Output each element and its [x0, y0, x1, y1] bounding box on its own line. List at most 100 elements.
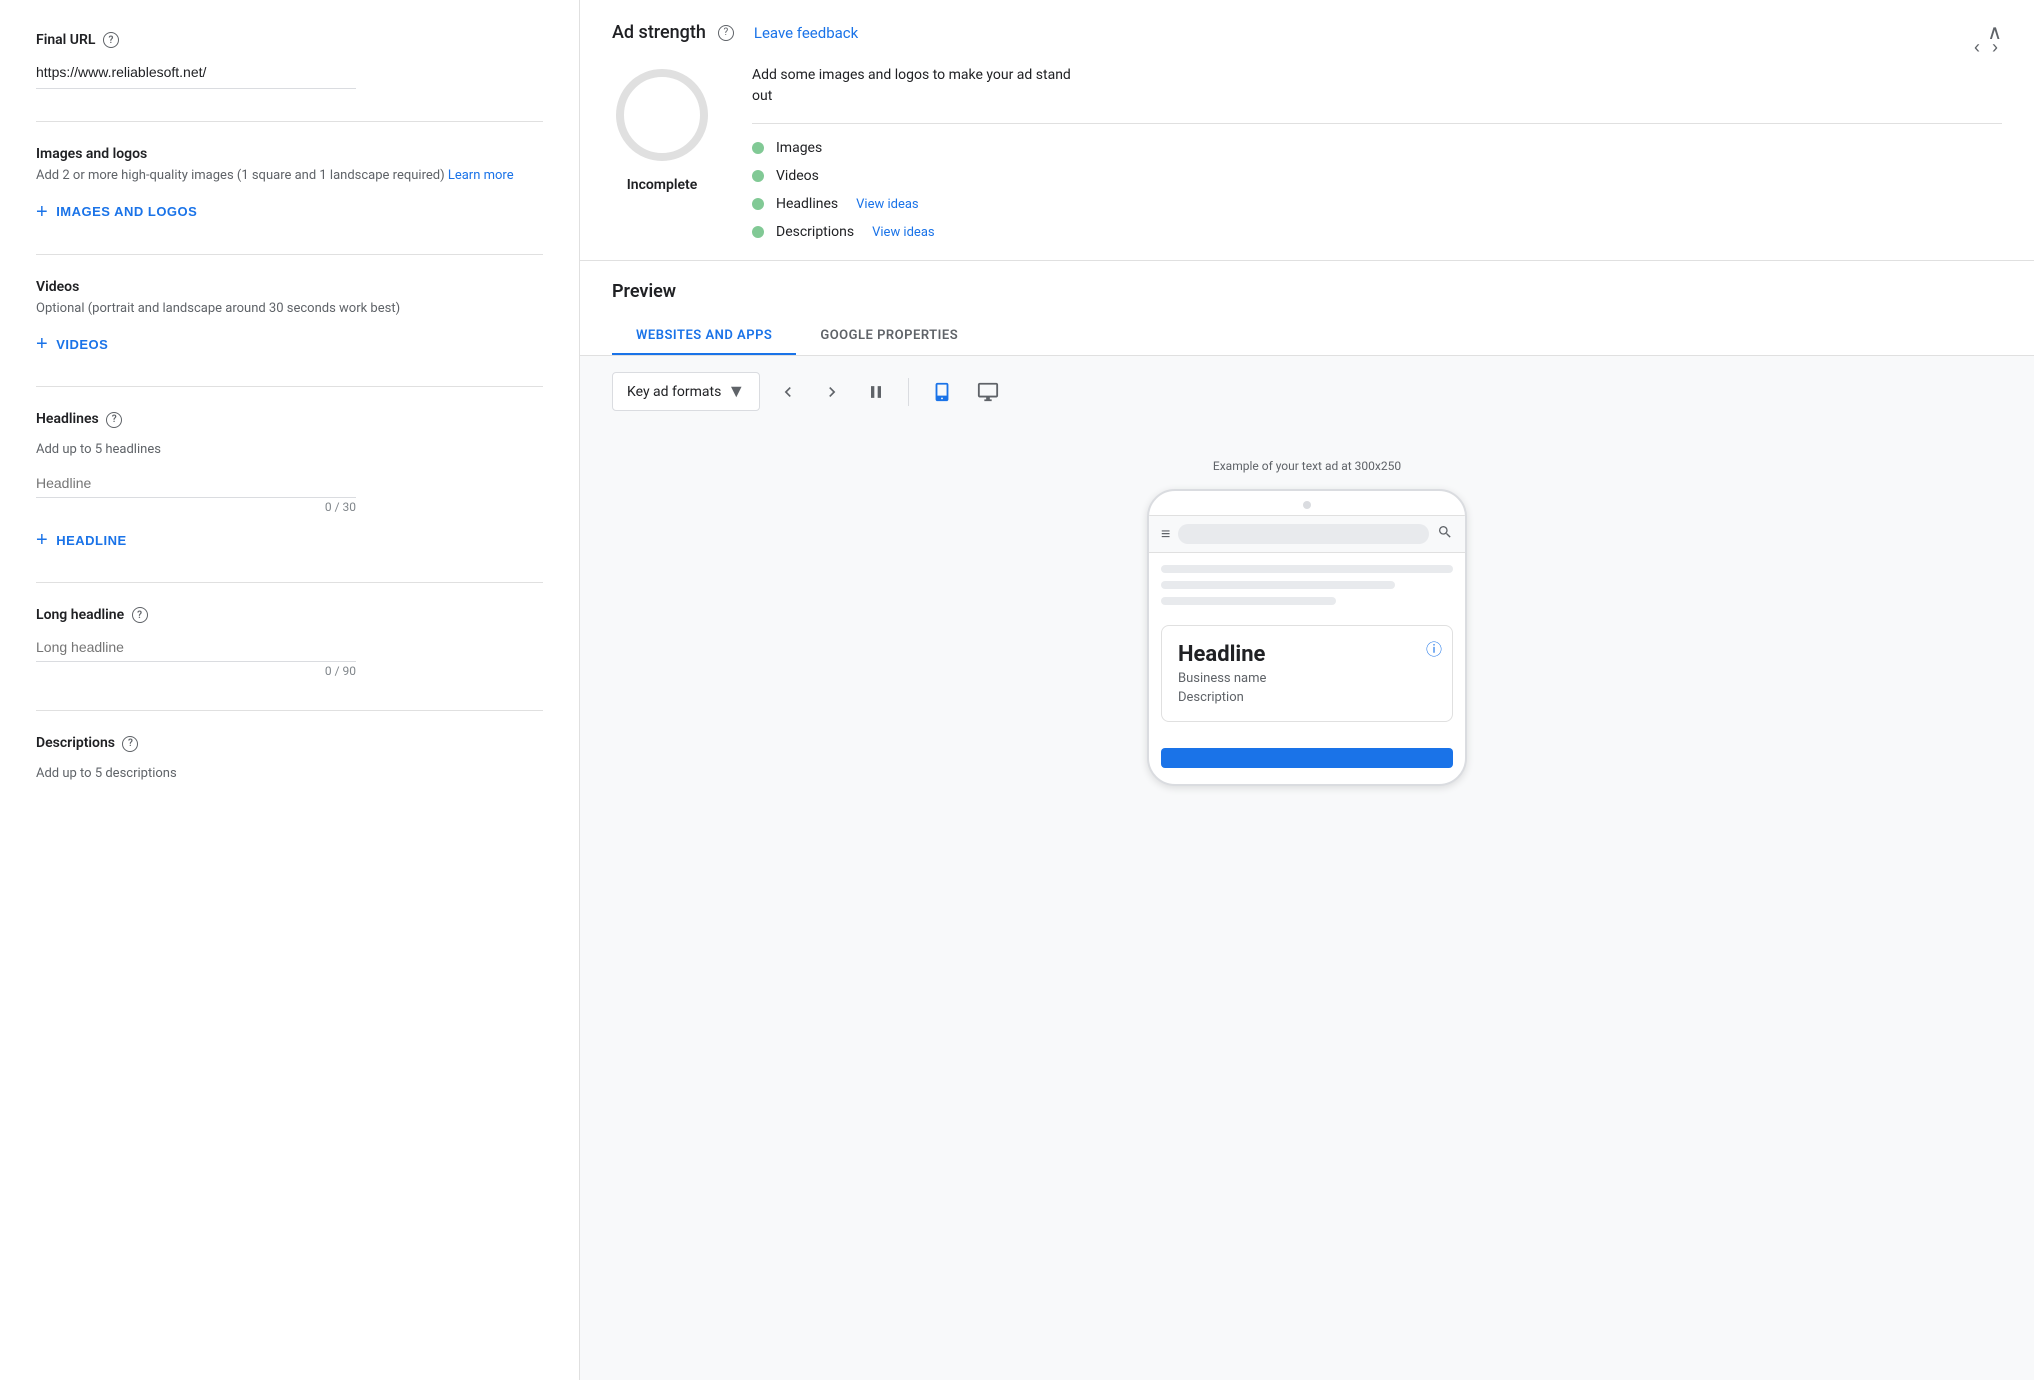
info-icon: ⓘ [1426, 636, 1442, 660]
next-icon [822, 382, 842, 402]
ad-headline: Headline [1178, 642, 1436, 667]
plus-icon-images: + [36, 202, 48, 222]
plus-icon-headline: + [36, 530, 48, 550]
strength-tip: Add some images and logos to make your a… [752, 65, 1092, 107]
final-url-input[interactable] [36, 60, 356, 89]
phone-frame: ≡ ⓘ Headline [1147, 489, 1467, 786]
descriptions-help-icon[interactable]: ? [122, 736, 138, 752]
preview-prev-button[interactable] [772, 376, 804, 408]
search-icon [1437, 524, 1453, 544]
preview-tabs: WEBSITES AND APPS GOOGLE PROPERTIES [612, 318, 2002, 355]
ad-strength-title-group: Ad strength ? Leave feedback [612, 22, 858, 43]
final-url-text: Final URL [36, 32, 95, 48]
preview-toolbar: Key ad formats ▼ [580, 356, 2034, 427]
ad-strength-title: Ad strength [612, 22, 706, 43]
pause-button[interactable] [860, 376, 892, 408]
preview-next-button[interactable] [816, 376, 848, 408]
preview-title: Preview [612, 281, 2002, 302]
descriptions-label: Descriptions ? [36, 735, 543, 751]
images-logos-learn-more[interactable]: Learn more [448, 168, 514, 183]
dot-descriptions [752, 226, 764, 238]
dot-images [752, 142, 764, 154]
phone-camera [1303, 501, 1311, 509]
strength-item-headlines: Headlines View ideas [752, 196, 2002, 212]
desktop-view-button[interactable] [971, 375, 1005, 409]
headlines-section: Headlines ? Add up to 5 headlines 0 / 30… [36, 411, 543, 550]
browser-bar: ≡ [1149, 516, 1465, 553]
images-logos-desc-text: Add 2 or more high-quality images (1 squ… [36, 168, 445, 183]
phone-top [1149, 491, 1465, 516]
headline-input[interactable] [36, 471, 356, 498]
ad-description: Description [1178, 690, 1436, 705]
plus-icon-videos: + [36, 334, 48, 354]
mobile-icon [931, 381, 953, 403]
strength-next-button[interactable]: › [1988, 33, 2002, 62]
preview-body: Example of your text ad at 300x250 ≡ [580, 427, 2034, 818]
strength-item-videos: Videos [752, 168, 2002, 184]
videos-desc: Optional (portrait and landscape around … [36, 299, 543, 319]
strength-circle-wrap: Incomplete [612, 65, 712, 193]
ad-cta-button[interactable] [1161, 748, 1453, 768]
tab-websites-and-apps[interactable]: WEBSITES AND APPS [612, 318, 796, 355]
pause-icon [866, 382, 886, 402]
descriptions-label-text: Descriptions [36, 735, 115, 751]
menu-icon: ≡ [1161, 524, 1170, 544]
mobile-view-button[interactable] [925, 375, 959, 409]
images-logos-desc: Add 2 or more high-quality images (1 squ… [36, 166, 543, 186]
descriptions-desc: Add up to 5 descriptions [36, 764, 543, 784]
headlines-label-text: Headlines [36, 411, 99, 427]
ad-business-name: Business name [1178, 671, 1436, 686]
images-logos-label: Images and logos [36, 146, 543, 162]
descriptions-section: Descriptions ? Add up to 5 descriptions [36, 735, 543, 783]
preview-header: Preview WEBSITES AND APPS GOOGLE PROPERT… [580, 261, 2034, 356]
headlines-view-ideas-link[interactable]: View ideas [856, 197, 919, 212]
format-select[interactable]: Key ad formats ▼ [612, 372, 760, 411]
headlines-label: Headlines ? [36, 411, 543, 427]
strength-item-descriptions-label: Descriptions [776, 224, 854, 240]
right-panel: Ad strength ? Leave feedback ∧ Incomplet… [580, 0, 2034, 1380]
content-line-1 [1161, 565, 1453, 573]
long-headline-char-count: 0 / 90 [36, 664, 356, 678]
divider-1 [36, 121, 543, 122]
format-select-label: Key ad formats [627, 384, 721, 400]
strength-item-descriptions: Descriptions View ideas [752, 224, 2002, 240]
phone-mockup: Example of your text ad at 300x250 ≡ [1147, 459, 1467, 786]
divider-4 [36, 582, 543, 583]
images-logos-section: Images and logos Add 2 or more high-qual… [36, 146, 543, 222]
tab-google-properties[interactable]: GOOGLE PROPERTIES [796, 318, 982, 355]
leave-feedback-link[interactable]: Leave feedback [754, 24, 858, 42]
add-headline-button[interactable]: + HEADLINE [36, 530, 127, 550]
long-headline-section: Long headline ? 0 / 90 [36, 607, 543, 678]
strength-item-images: Images [752, 140, 2002, 156]
add-images-logos-label: IMAGES AND LOGOS [56, 204, 197, 219]
strength-item-headlines-label: Headlines [776, 196, 838, 212]
final-url-section: Final URL ? [36, 32, 543, 89]
strength-item-images-label: Images [776, 140, 822, 156]
desktop-icon [977, 381, 999, 403]
headlines-desc: Add up to 5 headlines [36, 440, 543, 460]
long-headline-label: Long headline ? [36, 607, 543, 623]
add-headline-label: HEADLINE [56, 533, 126, 548]
final-url-label: Final URL ? [36, 32, 543, 48]
prev-icon [778, 382, 798, 402]
strength-details: Add some images and logos to make your a… [752, 65, 2002, 240]
incomplete-label: Incomplete [627, 177, 698, 193]
headline-char-count: 0 / 30 [36, 500, 356, 514]
add-images-logos-button[interactable]: + IMAGES AND LOGOS [36, 202, 197, 222]
strength-prev-button[interactable]: ‹ [1970, 33, 1984, 62]
final-url-help-icon[interactable]: ? [103, 32, 119, 48]
content-line-3 [1161, 597, 1336, 605]
content-lines [1149, 553, 1465, 625]
content-line-2 [1161, 581, 1395, 589]
ad-strength-section: Ad strength ? Leave feedback ∧ Incomplet… [580, 0, 2034, 261]
long-headline-label-text: Long headline [36, 607, 124, 623]
dot-headlines [752, 198, 764, 210]
ad-example-label: Example of your text ad at 300x250 [1213, 459, 1401, 473]
toolbar-separator [908, 378, 909, 406]
long-headline-help-icon[interactable]: ? [132, 607, 148, 623]
headlines-help-icon[interactable]: ? [106, 412, 122, 428]
add-videos-button[interactable]: + VIDEOS [36, 334, 108, 354]
long-headline-input[interactable] [36, 635, 356, 662]
ad-strength-help-icon[interactable]: ? [718, 25, 734, 41]
descriptions-view-ideas-link[interactable]: View ideas [872, 225, 935, 240]
